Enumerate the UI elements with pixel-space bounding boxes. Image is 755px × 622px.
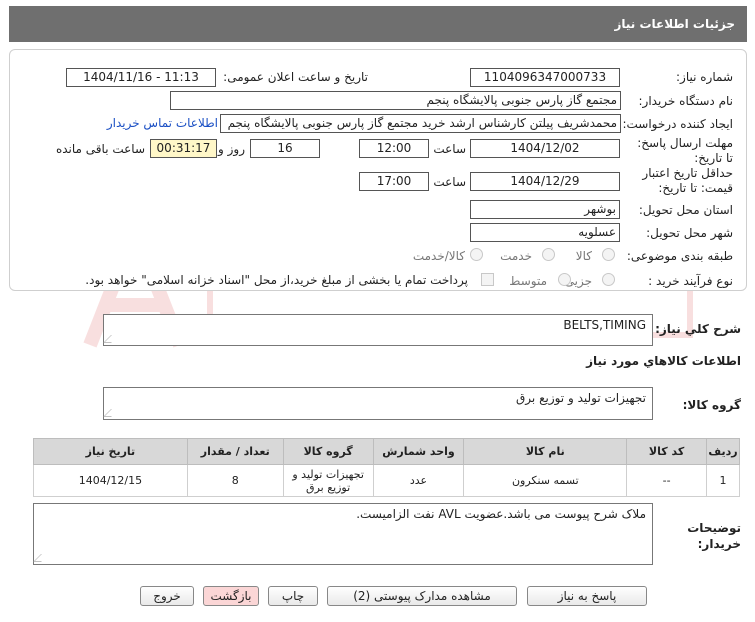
col-header-goods-group: گروه کالا [282,438,374,465]
buyer-contact-link[interactable]: اطلاعات تماس خریدار [107,116,218,130]
cell-goods-code: -- [626,464,708,497]
cell-goods-group: تجهیزات تولید و توزیع برق [282,464,374,497]
time-remaining-label: ساعت باقی مانده [55,142,145,156]
province-label: استان محل تحویل: [638,203,733,217]
treasury-payment-note: پرداخت تمام یا بخشی از مبلغ خرید،از محل … [85,273,468,287]
goods-group-text: تجهیزات تولید و توزیع برق [516,391,646,405]
process-type-label: نوع فرآیند خرید : [648,274,733,288]
reply-date-field: 1404/12/02 [470,139,620,158]
category-option-service: خدمت [500,249,532,263]
city-field: عسلویه [470,223,620,242]
treasury-payment-checkbox[interactable] [481,273,494,286]
goods-info-heading: اطلاعات کالاهاي مورد نياز [586,354,741,368]
buyer-notes-textarea[interactable]: ملاک شرح پیوست می باشد.عضویت AVL نفت الز… [33,503,653,565]
page-title: جزئیات اطلاعات نیاز [9,6,747,42]
province-field: بوشهر [470,200,620,219]
resize-grip-icon[interactable] [33,554,49,562]
resize-grip-icon[interactable] [103,409,119,417]
goods-group-textarea[interactable]: تجهیزات تولید و توزیع برق [103,387,653,420]
buyer-notes-label: توضیحات خریدار: [687,521,741,551]
process-option-medium: متوسط [509,274,547,288]
city-label: شهر محل تحویل: [646,226,733,240]
goods-group-label: گروه کالا: [682,398,741,412]
reply-time-field: 12:00 [359,139,429,158]
process-radio-minor[interactable] [602,273,615,286]
resize-grip-icon[interactable] [103,335,119,343]
table-header-row: ردیف کد کالا نام کالا واحد شمارش گروه کا… [33,438,740,465]
category-radio-goods[interactable] [602,248,615,261]
creator-label: ایجاد کننده درخواست: [622,117,733,131]
col-header-row-number: ردیف [706,438,740,465]
exit-button[interactable]: خروج [140,586,194,606]
category-label: طبقه بندی موضوعی: [626,249,733,263]
col-header-need-date: تاریخ نیاز [33,438,188,465]
need-number-field: 1104096347000733 [470,68,620,87]
summary-label: شرح کلي نياز: [655,322,741,336]
summary-textarea[interactable]: BELTS,TIMING [103,314,653,346]
cell-goods-name: تسمه سنکرون [463,464,628,497]
announce-datetime-field: 1404/11/16 - 11:13 [66,68,216,87]
category-radio-service[interactable] [542,248,555,261]
back-button[interactable]: بازگشت [203,586,259,606]
col-header-quantity: تعداد / مقدار [186,438,284,465]
buyer-notes-text: ملاک شرح پیوست می باشد.عضویت AVL نفت الز… [356,507,646,521]
col-header-goods-code: کد کالا [626,438,708,465]
col-header-goods-name: نام کالا [463,438,628,465]
view-attachments-button[interactable]: مشاهده مدارک پیوستی (2) [327,586,517,606]
creator-field: محمدشریف پیلتن کارشناس ارشد خرید مجتمع گ… [220,114,621,133]
buyer-org-field: مجتمع گاز پارس جنوبی پالایشگاه پنجم [170,91,621,110]
need-number-label: شماره نیاز: [676,70,733,84]
category-option-goods-service: کالا/خدمت [412,249,465,263]
time-remaining-field: 00:31:17 [150,139,217,158]
process-radio-medium[interactable] [558,273,571,286]
reply-deadline-label: مهلت ارسال پاسخ: تا تاریخ: [637,136,733,165]
buyer-org-label: نام دستگاه خریدار: [638,94,734,108]
cell-unit: عدد [372,464,465,497]
days-label: روز و [218,142,245,156]
cell-quantity: 8 [186,464,284,497]
col-header-unit: واحد شمارش [372,438,465,465]
cell-row-number: 1 [706,464,740,497]
announce-label: تاریخ و ساعت اعلان عمومی: [223,70,368,84]
reply-button[interactable]: پاسخ به نیاز [527,586,647,606]
category-option-goods: کالا [575,249,592,263]
table-row: 1 -- تسمه سنکرون عدد تجهیزات تولید و توز… [33,464,740,497]
validity-label: حداقل تاریخ اعتبار قیمت: تا تاریخ: [642,166,733,195]
validity-date-field: 1404/12/29 [470,172,620,191]
print-button[interactable]: چاپ [268,586,318,606]
goods-table: ردیف کد کالا نام کالا واحد شمارش گروه کا… [33,438,740,497]
reply-time-label: ساعت [433,142,466,156]
cell-need-date: 1404/12/15 [33,464,188,497]
validity-time-field: 17:00 [359,172,429,191]
validity-time-label: ساعت [433,175,466,189]
summary-text: BELTS,TIMING [563,318,646,332]
days-remaining-field: 16 [250,139,320,158]
category-radio-goods-service[interactable] [470,248,483,261]
